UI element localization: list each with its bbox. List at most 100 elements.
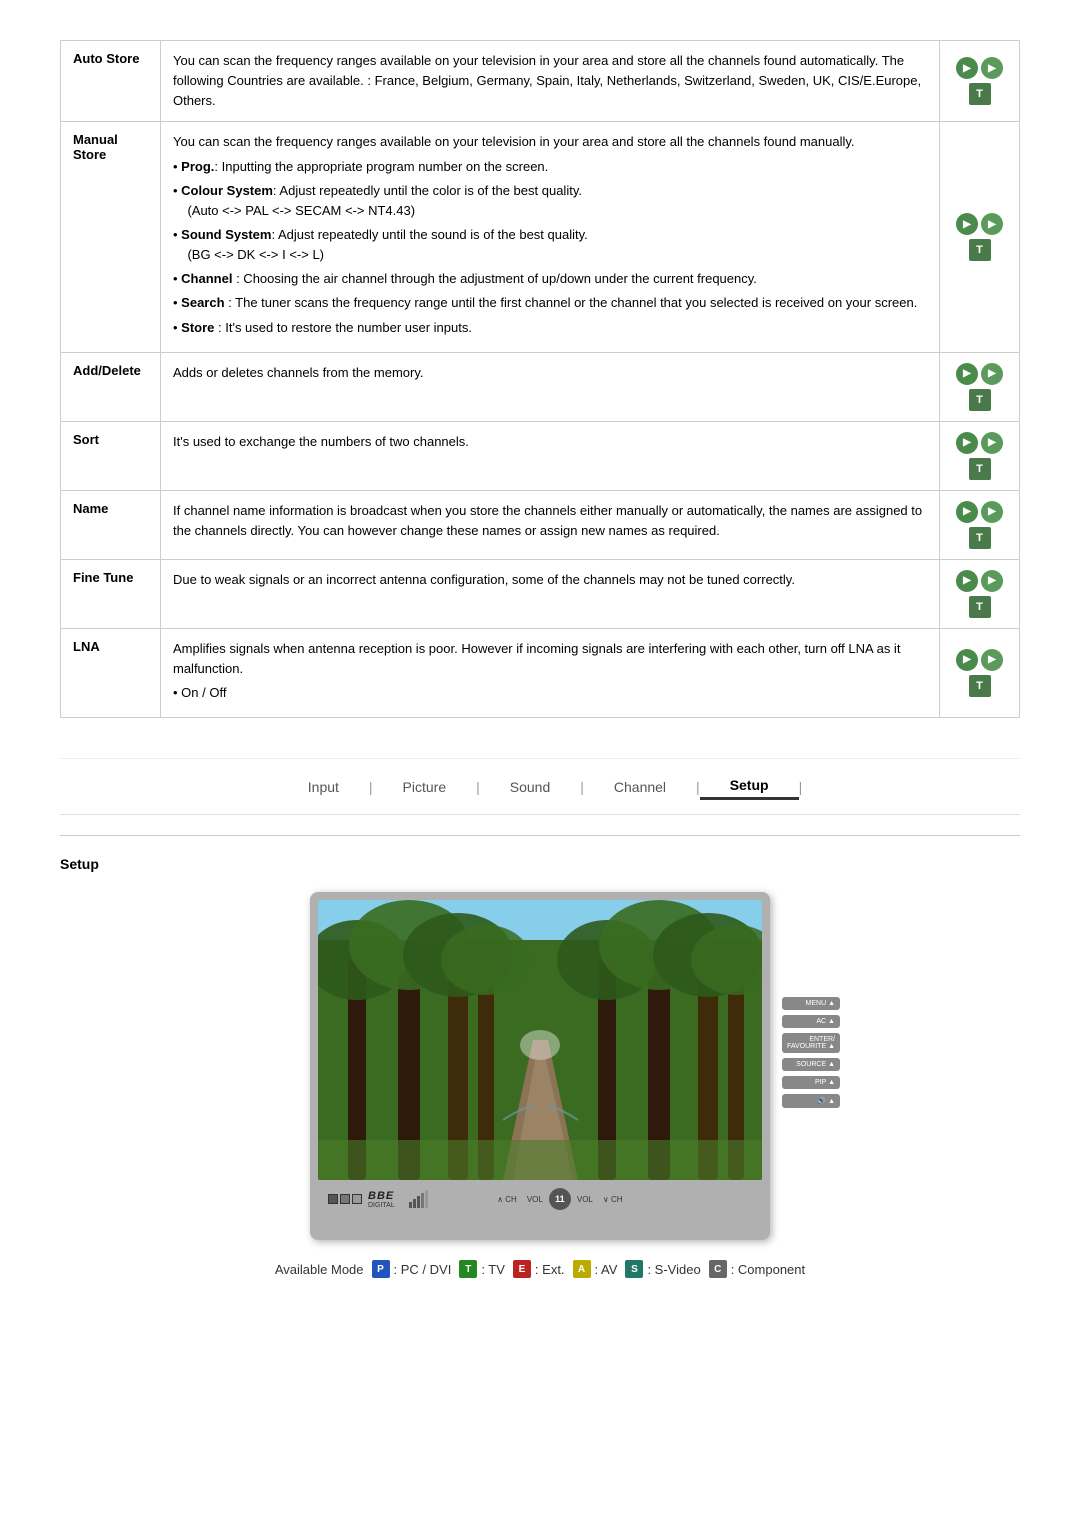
- tv-logo-area: BBE DIGITAL: [328, 1190, 428, 1209]
- tv-logo-boxes: [328, 1194, 362, 1204]
- icon-group: ▶ ▶ T: [952, 363, 1007, 411]
- enter-btn[interactable]: ENTER/FAVOURITE ▲: [782, 1033, 840, 1053]
- manual-intro: You can scan the frequency ranges availa…: [173, 132, 927, 152]
- row-desc: If channel name information is broadcast…: [161, 490, 940, 559]
- logo-box-3: [352, 1194, 362, 1204]
- lna-desc: Amplifies signals when antenna reception…: [173, 639, 927, 679]
- icon-circles: ▶ ▶: [956, 363, 1003, 385]
- play-icon: ▶: [956, 57, 978, 79]
- table-row: ManualStore You can scan the frequency r…: [61, 122, 1020, 352]
- play-icon-2: ▶: [981, 363, 1003, 385]
- setup-section: Setup: [60, 856, 1020, 1278]
- nav-item-input[interactable]: Input: [278, 775, 369, 799]
- ch-down-control: ∨ CH: [603, 1195, 623, 1204]
- row-label: Add/Delete: [61, 352, 161, 421]
- manual-search: • Search : The tuner scans the frequency…: [173, 293, 927, 313]
- row-label: Name: [61, 490, 161, 559]
- icon-group: ▶ ▶ T: [952, 570, 1007, 618]
- manual-channel: • Channel : Choosing the air channel thr…: [173, 269, 927, 289]
- play-icon: ▶: [956, 432, 978, 454]
- table-row: Name If channel name information is broa…: [61, 490, 1020, 559]
- row-icon: ▶ ▶ T: [940, 421, 1020, 490]
- play-icon-2: ▶: [981, 432, 1003, 454]
- tv-screen-content: [318, 900, 762, 1180]
- ch-down-label: ∨ CH: [603, 1195, 623, 1204]
- bar-5: [425, 1190, 428, 1208]
- row-icon: ▶ ▶ T: [940, 352, 1020, 421]
- manual-store: • Store : It's used to restore the numbe…: [173, 318, 927, 338]
- mode-bar-label: Available Mode: [275, 1262, 364, 1277]
- bar-3: [417, 1196, 420, 1208]
- icon-group: ▶ ▶ T: [952, 432, 1007, 480]
- icon-circles: ▶ ▶: [956, 501, 1003, 523]
- vol-down-label: VOL: [527, 1195, 543, 1204]
- tv-wrapper: BBE DIGITAL: [310, 892, 770, 1240]
- svideo-badge-icon: S: [625, 1260, 643, 1278]
- source-btn[interactable]: SOURCE ▲: [782, 1058, 840, 1071]
- manual-colour: • Colour System: Adjust repeatedly until…: [173, 181, 927, 221]
- icon-circles: ▶ ▶: [956, 649, 1003, 671]
- play-icon-2: ▶: [981, 570, 1003, 592]
- lna-extra: • On / Off: [173, 683, 927, 703]
- center-ctrl-btn[interactable]: 11: [549, 1188, 571, 1210]
- play-icon-2: ▶: [981, 57, 1003, 79]
- page-wrapper: Auto Store You can scan the frequency ra…: [0, 0, 1080, 1318]
- icon-circles: ▶ ▶: [956, 57, 1003, 79]
- row-icon: ▶ ▶ T: [940, 490, 1020, 559]
- pc-badge-icon: P: [372, 1260, 390, 1278]
- row-icon: ▶ ▶ T: [940, 559, 1020, 628]
- table-row: Auto Store You can scan the frequency ra…: [61, 41, 1020, 122]
- icon-group: ▶ ▶ T: [952, 57, 1007, 105]
- ac-btn[interactable]: AC ▲: [782, 1015, 840, 1028]
- table-row: Sort It's used to exchange the numbers o…: [61, 421, 1020, 490]
- t-box-icon: T: [969, 389, 991, 411]
- icon-circles: ▶ ▶: [956, 432, 1003, 454]
- menu-btn[interactable]: MENU ▲: [782, 997, 840, 1010]
- manual-sound: • Sound System: Adjust repeatedly until …: [173, 225, 927, 265]
- play-icon: ▶: [956, 570, 978, 592]
- nav-item-channel[interactable]: Channel: [584, 775, 696, 799]
- nav-item-picture[interactable]: Picture: [373, 775, 477, 799]
- tv-badge-icon: T: [459, 1260, 477, 1278]
- nav-separator: |: [799, 779, 803, 795]
- row-label: ManualStore: [61, 122, 161, 352]
- mode-av: A : AV: [573, 1260, 618, 1278]
- play-icon: ▶: [956, 213, 978, 235]
- mode-ext: E : Ext.: [513, 1260, 565, 1278]
- play-icon: ▶: [956, 501, 978, 523]
- row-desc: You can scan the frequency ranges availa…: [161, 41, 940, 122]
- mode-component: C : Component: [709, 1260, 805, 1278]
- table-row: Add/Delete Adds or deletes channels from…: [61, 352, 1020, 421]
- tv-outer: BBE DIGITAL: [310, 892, 770, 1240]
- tv-logo-sub: DIGITAL: [368, 1202, 395, 1209]
- row-label: Auto Store: [61, 41, 161, 122]
- icon-group: ▶ ▶ T: [952, 213, 1007, 261]
- tv-screen: [318, 900, 762, 1180]
- play-icon: ▶: [956, 649, 978, 671]
- component-badge-icon: C: [709, 1260, 727, 1278]
- play-icon: ▶: [956, 363, 978, 385]
- t-box-icon: T: [969, 239, 991, 261]
- forest-path-svg: [318, 900, 762, 1180]
- t-box-icon: T: [969, 83, 991, 105]
- navigation-bar: Input | Picture | Sound | Channel | Setu…: [60, 758, 1020, 815]
- tv-container: BBE DIGITAL: [60, 892, 1020, 1240]
- speaker-btn[interactable]: 🔊 ▲: [782, 1094, 840, 1108]
- ext-mode-text: : Ext.: [535, 1262, 565, 1277]
- nav-item-sound[interactable]: Sound: [480, 775, 580, 799]
- pip-btn[interactable]: PIP ▲: [782, 1076, 840, 1089]
- t-box-icon: T: [969, 675, 991, 697]
- setup-title: Setup: [60, 856, 1020, 872]
- row-desc-manual: You can scan the frequency ranges availa…: [161, 122, 940, 352]
- row-desc: Adds or deletes channels from the memory…: [161, 352, 940, 421]
- row-label: LNA: [61, 628, 161, 717]
- bar-1: [409, 1202, 412, 1208]
- component-mode-text: : Component: [731, 1262, 805, 1277]
- row-desc-lna: Amplifies signals when antenna reception…: [161, 628, 940, 717]
- logo-box-1: [328, 1194, 338, 1204]
- nav-item-setup[interactable]: Setup: [700, 773, 799, 800]
- row-desc: Due to weak signals or an incorrect ante…: [161, 559, 940, 628]
- svideo-mode-text: : S-Video: [647, 1262, 700, 1277]
- manual-prog: • Prog.: Inputting the appropriate progr…: [173, 157, 927, 177]
- icon-circles: ▶ ▶: [956, 570, 1003, 592]
